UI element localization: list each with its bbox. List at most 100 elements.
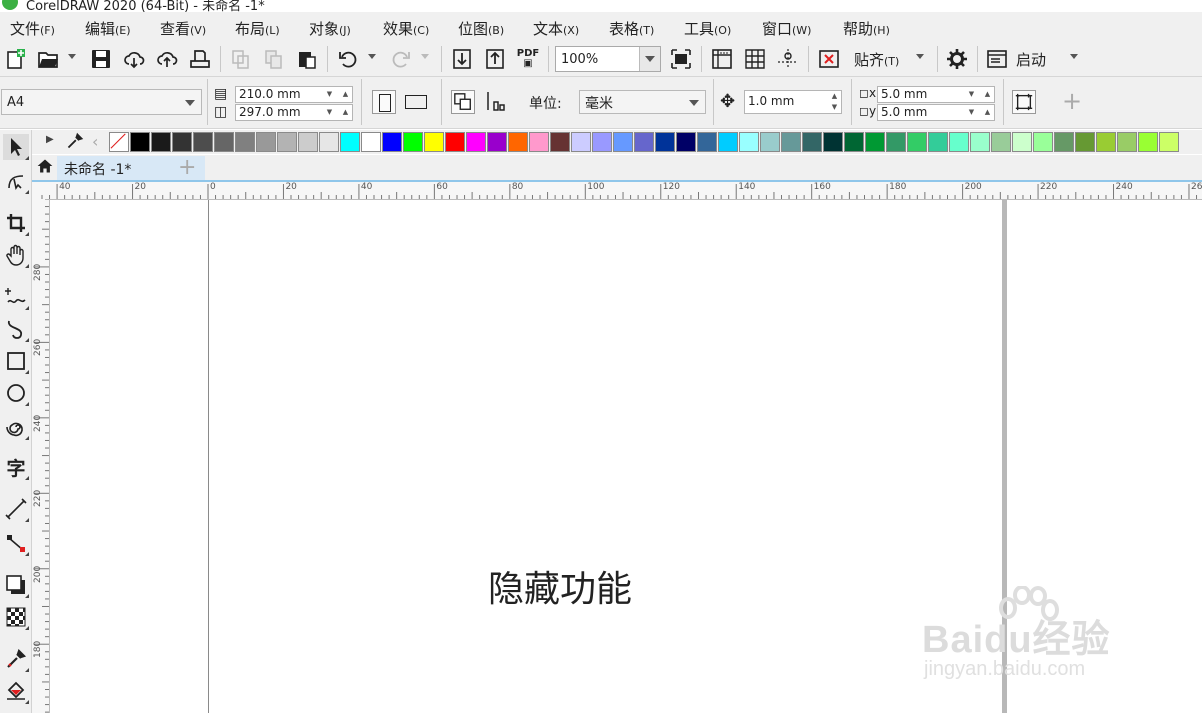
- color-swatch[interactable]: [592, 132, 612, 152]
- page-size-select[interactable]: A4: [1, 89, 202, 115]
- eyedropper-tool-icon[interactable]: [3, 646, 29, 672]
- menu-view[interactable]: 查看(V): [160, 18, 206, 39]
- color-swatch[interactable]: [1117, 132, 1137, 152]
- color-swatch[interactable]: [382, 132, 402, 152]
- undo-dropdown-chevron-icon[interactable]: [368, 54, 376, 59]
- menu-effects[interactable]: 效果(C): [383, 18, 429, 39]
- export-icon[interactable]: [483, 47, 507, 71]
- palette-scroll-left-icon[interactable]: ‹: [92, 132, 98, 151]
- color-swatch[interactable]: [277, 132, 297, 152]
- cloud-upload-icon[interactable]: [155, 47, 179, 71]
- height-spin-down-icon[interactable]: ▼: [324, 105, 335, 120]
- color-swatch[interactable]: [1096, 132, 1116, 152]
- cut-icon[interactable]: [229, 47, 253, 71]
- color-swatch[interactable]: [214, 132, 234, 152]
- new-document-icon[interactable]: [4, 47, 28, 71]
- color-swatch[interactable]: [991, 132, 1011, 152]
- color-swatch[interactable]: [1054, 132, 1074, 152]
- new-tab-plus-icon[interactable]: +: [178, 155, 196, 180]
- color-swatch[interactable]: [886, 132, 906, 152]
- launch-window-icon[interactable]: [985, 47, 1009, 71]
- menu-file[interactable]: 文件(F): [10, 18, 55, 39]
- color-swatch[interactable]: [319, 132, 339, 152]
- connector-tool-icon[interactable]: [3, 530, 29, 556]
- menu-text[interactable]: 文本(X): [533, 18, 579, 39]
- color-swatch[interactable]: [130, 132, 150, 152]
- show-grid-icon[interactable]: [743, 47, 767, 71]
- paste-icon[interactable]: [295, 47, 319, 71]
- color-swatch[interactable]: [781, 132, 801, 152]
- color-swatch[interactable]: [1033, 132, 1053, 152]
- nudge-spin-down-icon[interactable]: ▼: [829, 102, 840, 113]
- portrait-orientation-button[interactable]: [372, 90, 396, 114]
- duplicate-x-field[interactable]: 5.0 mm ▼ ▲: [877, 86, 995, 103]
- color-swatch[interactable]: [970, 132, 990, 152]
- text-tool-icon[interactable]: 字: [3, 454, 29, 480]
- crop-tool-icon[interactable]: [3, 210, 29, 236]
- current-page-icon[interactable]: [484, 90, 508, 114]
- menu-bitmaps[interactable]: 位图(B): [458, 18, 504, 39]
- menu-object[interactable]: 对象(J): [309, 18, 351, 39]
- import-icon[interactable]: [450, 47, 474, 71]
- color-swatch[interactable]: [802, 132, 822, 152]
- save-icon[interactable]: [89, 47, 113, 71]
- color-swatch[interactable]: [1159, 132, 1179, 152]
- color-swatch[interactable]: [823, 132, 843, 152]
- dimension-tool-icon[interactable]: [3, 496, 29, 522]
- menu-layout[interactable]: 布局(L): [235, 18, 280, 39]
- color-swatch[interactable]: [487, 132, 507, 152]
- transparency-tool-icon[interactable]: [3, 604, 29, 630]
- landscape-icon[interactable]: [405, 95, 427, 109]
- color-swatch[interactable]: [739, 132, 759, 152]
- horizontal-ruler[interactable]: 4020020406080100120140160180200220240260: [32, 182, 1202, 200]
- color-swatch[interactable]: [403, 132, 423, 152]
- open-folder-icon[interactable]: [36, 47, 60, 71]
- freehand-tool-icon[interactable]: [3, 284, 29, 310]
- height-spin-up-icon[interactable]: ▲: [340, 105, 351, 120]
- pan-hand-tool-icon[interactable]: [3, 242, 29, 268]
- color-swatch[interactable]: [676, 132, 696, 152]
- dupx-spin-down-icon[interactable]: ▼: [966, 87, 977, 102]
- color-swatch[interactable]: [550, 132, 570, 152]
- color-swatch[interactable]: [634, 132, 654, 152]
- color-swatch[interactable]: [1138, 132, 1158, 152]
- cloud-download-icon[interactable]: [122, 47, 146, 71]
- color-swatch[interactable]: [949, 132, 969, 152]
- color-swatch[interactable]: [865, 132, 885, 152]
- undo-icon[interactable]: [336, 47, 360, 71]
- color-swatch[interactable]: [655, 132, 675, 152]
- page-width-field[interactable]: 210.0 mm ▼ ▲: [235, 86, 353, 103]
- drop-shadow-tool-icon[interactable]: [3, 572, 29, 598]
- color-swatch[interactable]: [1075, 132, 1095, 152]
- print-icon[interactable]: [188, 47, 212, 71]
- menu-edit[interactable]: 编辑(E): [85, 18, 131, 39]
- color-swatch[interactable]: [844, 132, 864, 152]
- color-swatch[interactable]: [445, 132, 465, 152]
- snap-off-icon[interactable]: [817, 47, 841, 71]
- options-gear-icon[interactable]: [945, 47, 969, 71]
- color-swatch[interactable]: [613, 132, 633, 152]
- width-spin-up-icon[interactable]: ▲: [340, 87, 351, 102]
- publish-pdf-icon[interactable]: PDF ▣: [516, 47, 540, 71]
- width-spin-down-icon[interactable]: ▼: [324, 87, 335, 102]
- all-pages-button[interactable]: [451, 90, 475, 114]
- zoom-dropdown-chevron-icon[interactable]: [639, 47, 660, 71]
- home-icon[interactable]: [36, 157, 54, 179]
- color-swatch[interactable]: [235, 132, 255, 152]
- interactive-fill-tool-icon[interactable]: [3, 678, 29, 704]
- launch-dropdown-chevron-icon[interactable]: [1070, 54, 1078, 59]
- shape-tool-icon[interactable]: [3, 168, 29, 194]
- snap-to-button[interactable]: 贴齐(T): [854, 49, 899, 70]
- color-swatch[interactable]: [571, 132, 591, 152]
- show-rulers-icon[interactable]: [710, 47, 734, 71]
- menu-tools[interactable]: 工具(O): [684, 18, 731, 39]
- pick-tool-icon[interactable]: [3, 134, 29, 160]
- color-swatch[interactable]: [1012, 132, 1032, 152]
- copy-icon[interactable]: [262, 47, 286, 71]
- menu-window[interactable]: 窗口(W): [762, 18, 811, 39]
- spiral-tool-icon[interactable]: [3, 414, 29, 440]
- snap-dropdown-chevron-icon[interactable]: [916, 54, 924, 59]
- nudge-distance-field[interactable]: 1.0 mm ▲ ▼: [744, 90, 842, 114]
- duplicate-y-field[interactable]: 5.0 mm ▼ ▲: [877, 104, 995, 121]
- color-swatch[interactable]: [256, 132, 276, 152]
